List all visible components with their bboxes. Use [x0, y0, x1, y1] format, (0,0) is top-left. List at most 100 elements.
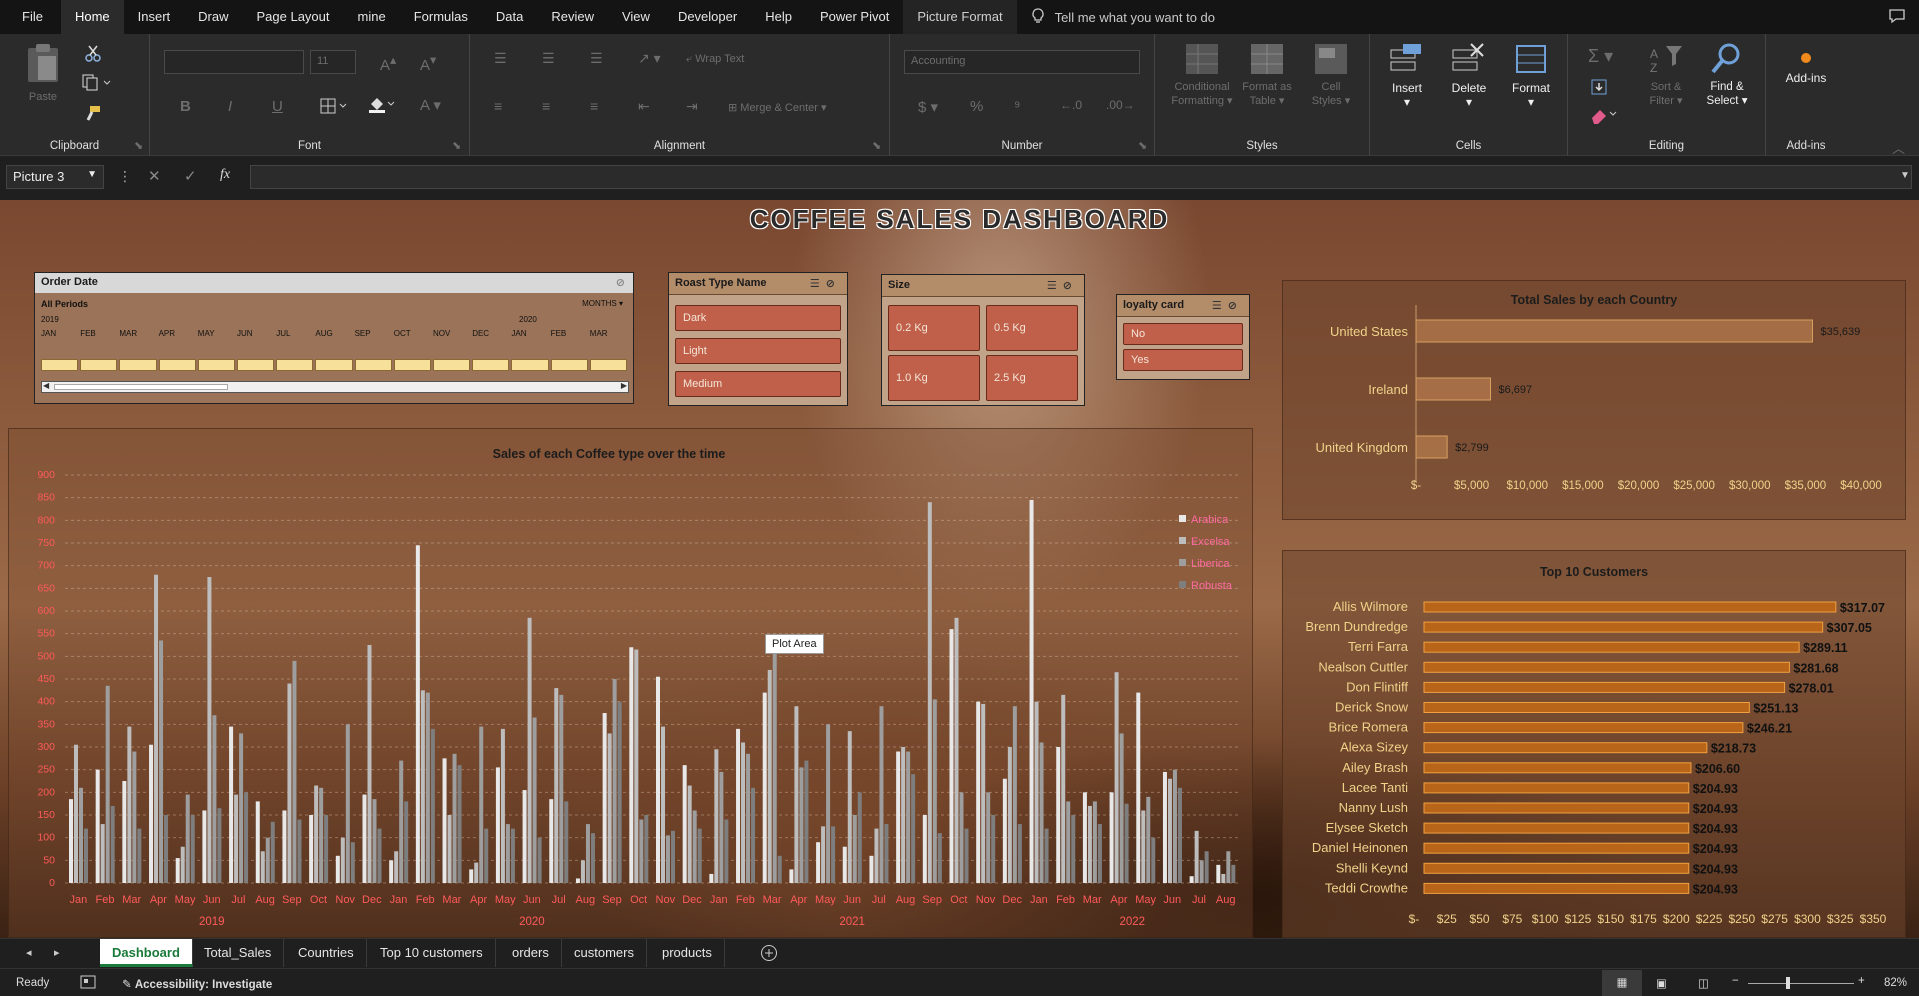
align-right-icon[interactable]: ≡: [590, 98, 598, 114]
enter-icon[interactable]: ✓: [184, 167, 197, 185]
timeline-month-cell[interactable]: [41, 359, 79, 371]
timeline-month-cell[interactable]: [237, 359, 275, 371]
cut-icon[interactable]: [84, 44, 102, 67]
dialog-launcher-icon[interactable]: ⬊: [134, 139, 143, 152]
timeline-month-cell[interactable]: [472, 359, 510, 371]
sheet-tab-top-customers[interactable]: Top 10 customers: [368, 939, 496, 967]
timeline-month-cell[interactable]: [276, 359, 314, 371]
bold-icon[interactable]: B: [180, 98, 191, 115]
dialog-launcher-icon[interactable]: ⬊: [872, 139, 881, 152]
customers-chart-svg[interactable]: Allis Wilmore $317.07 Brenn Dundredge $307.…: [1283, 551, 1907, 938]
tab-mine[interactable]: mine: [344, 0, 400, 34]
top-customers-chart[interactable]: Top 10 Customers Allis Wilmore $317.07 Bre…: [1282, 550, 1906, 938]
tab-home[interactable]: Home: [60, 0, 124, 34]
zoom-slider[interactable]: [1748, 977, 1854, 989]
country-chart-svg[interactable]: United States $35,639 Ireland $6,697 United …: [1283, 281, 1907, 521]
format-as-table-button[interactable]: Format as Table ▾: [1237, 42, 1297, 108]
comments-icon[interactable]: [1888, 8, 1906, 27]
roast-light-button[interactable]: Light: [675, 338, 841, 364]
align-center-icon[interactable]: ≡: [542, 98, 550, 114]
paste-icon[interactable]: [24, 42, 62, 91]
expand-formula-icon[interactable]: ▼: [1900, 170, 1910, 181]
timeline-month-cell[interactable]: [589, 359, 627, 371]
tab-picture-format[interactable]: Picture Format: [903, 0, 1017, 34]
page-layout-view-icon[interactable]: ▣: [1656, 976, 1667, 990]
size-1-0-button[interactable]: 1.0 Kg: [888, 355, 980, 401]
clear-filter-icon[interactable]: ⊘: [616, 276, 625, 289]
clear-icon[interactable]: [1590, 106, 1620, 129]
zoom-in-icon[interactable]: +: [1858, 975, 1865, 987]
timeline-month-cell[interactable]: [354, 359, 392, 371]
number-format-box[interactable]: Accounting: [904, 50, 1140, 74]
cell-styles-button[interactable]: Cell Styles ▾: [1301, 42, 1361, 108]
increase-decimal-icon[interactable]: ←.0: [1060, 98, 1082, 112]
timeline-month-cell[interactable]: [433, 359, 471, 371]
tab-page-layout[interactable]: Page Layout: [243, 0, 344, 34]
sort-filter-button[interactable]: AZ Sort & Filter ▾: [1638, 42, 1694, 108]
scroll-right-icon[interactable]: ▸: [54, 946, 60, 959]
timeline-month-cell[interactable]: [550, 359, 588, 371]
sheet-tab-countries[interactable]: Countries: [286, 939, 367, 967]
scroll-right-icon[interactable]: ▶: [621, 381, 627, 390]
timeline-month-cell[interactable]: [315, 359, 353, 371]
decrease-font-icon[interactable]: A▾: [420, 52, 436, 74]
copy-icon[interactable]: [82, 74, 112, 97]
normal-view-icon[interactable]: ▦: [1602, 970, 1642, 996]
merge-center-button[interactable]: ⊞ Merge & Center ▾: [728, 101, 827, 114]
macro-record-icon[interactable]: [80, 975, 96, 992]
sheet-tab-orders[interactable]: orders: [500, 939, 562, 967]
timeline-month-cell[interactable]: [158, 359, 196, 371]
percent-icon[interactable]: %: [970, 98, 983, 115]
timeline-scroll-thumb[interactable]: [54, 384, 228, 390]
scroll-left-icon[interactable]: ◂: [26, 946, 32, 959]
conditional-formatting-button[interactable]: Conditional Formatting ▾: [1167, 42, 1237, 108]
font-color-icon[interactable]: A ▾: [420, 96, 441, 114]
increase-indent-icon[interactable]: ⇥: [686, 98, 698, 115]
add-sheet-icon[interactable]: [760, 944, 778, 965]
increase-font-icon[interactable]: A▴: [380, 52, 396, 74]
tab-draw[interactable]: Draw: [184, 0, 242, 34]
timeline-scrollbar[interactable]: ◀ ▶: [41, 381, 629, 393]
addins-button[interactable]: Add-ins: [1772, 48, 1840, 85]
roast-dark-button[interactable]: Dark: [675, 305, 841, 331]
underline-icon[interactable]: U: [272, 98, 283, 115]
font-name-box[interactable]: [164, 50, 304, 74]
loyalty-yes-button[interactable]: Yes: [1123, 349, 1243, 371]
zoom-out-icon[interactable]: −: [1732, 975, 1739, 987]
size-2-5-button[interactable]: 2.5 Kg: [986, 355, 1078, 401]
scroll-left-icon[interactable]: ◀: [43, 381, 49, 390]
tab-data[interactable]: Data: [482, 0, 537, 34]
size-0-2-button[interactable]: 0.2 Kg: [888, 305, 980, 351]
sheet-tab-customers[interactable]: customers: [562, 939, 647, 967]
roast-medium-button[interactable]: Medium: [675, 371, 841, 397]
find-select-button[interactable]: Find & Select ▾: [1696, 42, 1758, 108]
zoom-level[interactable]: 82%: [1884, 977, 1907, 989]
insert-button[interactable]: Insert ▾: [1378, 42, 1436, 109]
align-left-icon[interactable]: ≡: [494, 98, 502, 114]
tab-power-pivot[interactable]: Power Pivot: [806, 0, 903, 34]
fill-color-icon[interactable]: [368, 96, 398, 119]
delete-button[interactable]: Delete ▾: [1440, 42, 1498, 109]
tab-insert[interactable]: Insert: [124, 0, 185, 34]
tab-review[interactable]: Review: [537, 0, 608, 34]
multi-select-icon[interactable]: ☰⊘: [1212, 299, 1243, 312]
tab-formulas[interactable]: Formulas: [400, 0, 482, 34]
coffee-type-sales-chart[interactable]: Sales of each Coffee type over the time …: [8, 428, 1253, 938]
country-sales-chart[interactable]: Total Sales by each Country United State…: [1282, 280, 1906, 520]
page-break-view-icon[interactable]: ◫: [1698, 976, 1709, 990]
size-0-5-button[interactable]: 0.5 Kg: [986, 305, 1078, 351]
order-date-timeline[interactable]: Order Date ⊘ All Periods MONTHS ▾ 2019 2…: [34, 272, 634, 404]
main-chart-svg[interactable]: 0 50 100 150 200 250 300 350 400 450 500 550 600 650 7…: [9, 429, 1254, 938]
timeline-level-selector[interactable]: MONTHS ▾: [582, 299, 623, 308]
tab-file[interactable]: File: [0, 0, 61, 34]
timeline-month-cell[interactable]: [197, 359, 235, 371]
multi-select-icon[interactable]: ☰⊘: [1047, 279, 1078, 292]
timeline-month-cell[interactable]: [80, 359, 118, 371]
autosum-icon[interactable]: Σ ▾: [1588, 46, 1613, 67]
decrease-indent-icon[interactable]: ⇤: [638, 98, 650, 115]
sheet-tab-total-sales[interactable]: Total_Sales: [192, 939, 285, 967]
align-top-icon[interactable]: ☰: [494, 50, 507, 67]
tab-help[interactable]: Help: [751, 0, 806, 34]
formula-input[interactable]: [250, 165, 1912, 189]
zoom-slider-thumb[interactable]: [1786, 977, 1790, 989]
